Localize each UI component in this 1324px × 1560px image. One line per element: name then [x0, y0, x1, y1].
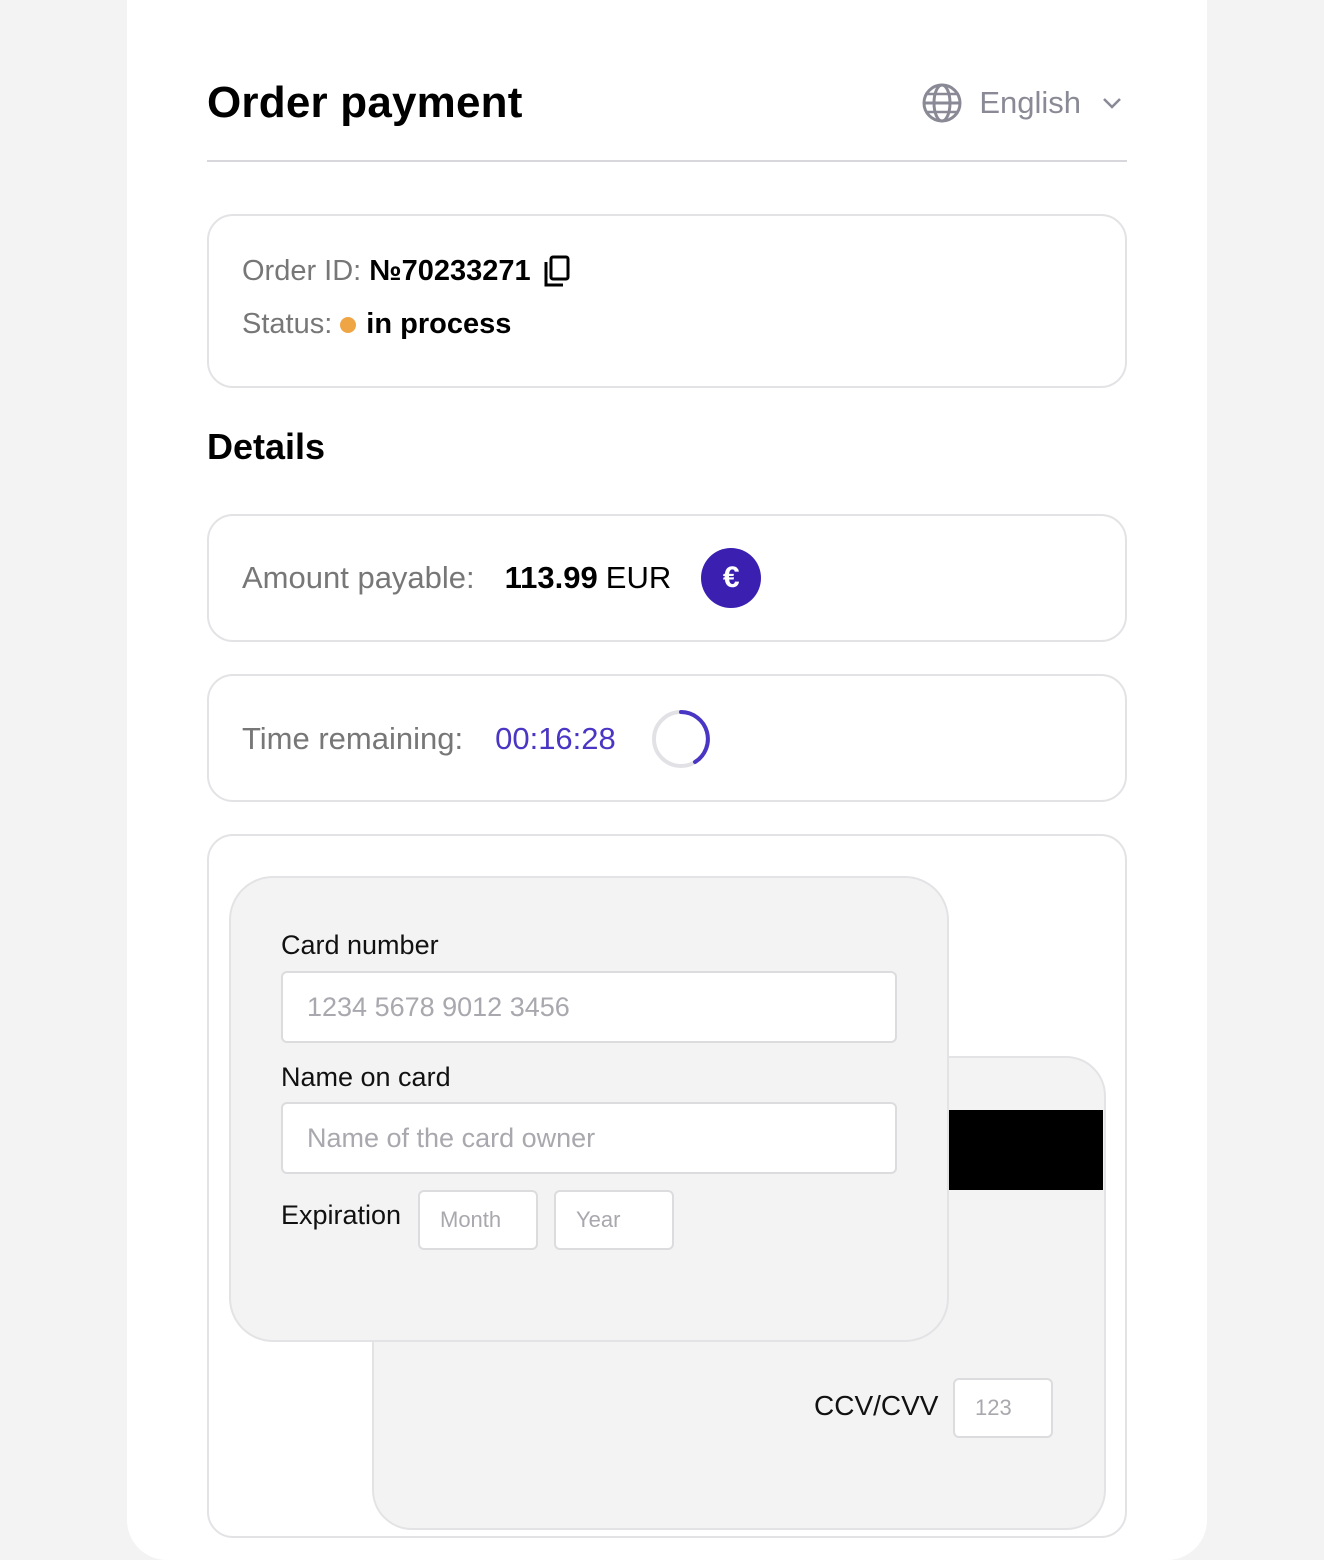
page-header: Order payment English: [207, 60, 1127, 162]
order-id-value: №70233271: [369, 254, 531, 287]
euro-icon: €: [701, 548, 762, 608]
amount-label: Amount payable:: [242, 560, 475, 595]
amount-card: Amount payable: 113.99 EUR €: [207, 514, 1127, 642]
time-row: Time remaining: 00:16:28: [242, 708, 712, 770]
time-label: Time remaining:: [242, 721, 464, 756]
amount-currency: EUR: [605, 560, 672, 595]
status-dot: [340, 316, 357, 333]
card-number-label: Card number: [281, 930, 439, 960]
ccv-label: CCV/CVV: [814, 1390, 939, 1421]
language-selector[interactable]: English: [921, 82, 1123, 124]
expiration-month-input[interactable]: [418, 1190, 538, 1250]
time-remaining-card: Time remaining: 00:16:28: [207, 674, 1127, 802]
order-info-card: Order ID: №70233271 Status: in process: [207, 214, 1127, 388]
order-id-row: Order ID: №70233271: [242, 254, 571, 288]
page-title: Order payment: [207, 78, 523, 127]
globe-icon: [921, 82, 963, 124]
amount-value: 113.99: [504, 560, 598, 595]
magnetic-stripe: [948, 1110, 1103, 1190]
status-label: Status:: [242, 308, 333, 340]
card-number-input[interactable]: [281, 971, 897, 1043]
name-on-card-label: Name on card: [281, 1062, 451, 1092]
status-value: in process: [366, 308, 512, 340]
time-value: 00:16:28: [495, 721, 616, 756]
expiration-year-input[interactable]: [554, 1190, 674, 1250]
amount-row: Amount payable: 113.99 EUR €: [242, 548, 762, 608]
copy-icon[interactable]: [543, 254, 571, 288]
details-title: Details: [207, 426, 326, 467]
expiration-label: Expiration: [281, 1200, 402, 1230]
timer-spinner-icon: [650, 708, 712, 770]
chevron-down-icon: [1101, 96, 1123, 110]
ccv-input[interactable]: [953, 1378, 1053, 1438]
name-on-card-input[interactable]: [281, 1102, 897, 1174]
order-id-label: Order ID:: [242, 254, 362, 287]
status-row: Status: in process: [242, 308, 511, 341]
language-label: English: [979, 85, 1081, 120]
